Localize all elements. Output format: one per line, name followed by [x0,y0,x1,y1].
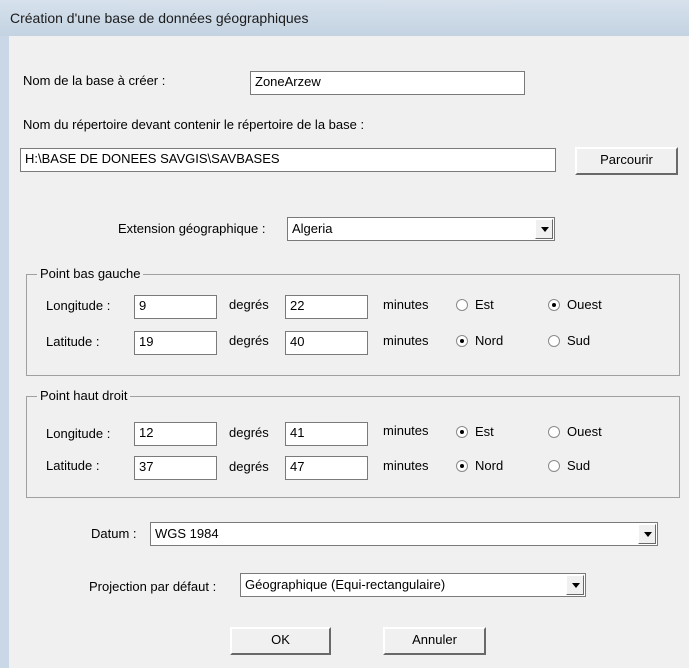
bl-latitude-label: Latitude : [46,334,100,349]
db-name-field[interactable]: ZoneArzew [250,71,525,95]
projection-label: Projection par défaut : [89,579,217,594]
projection-combo[interactable]: Géographique (Equi-rectangulaire) [240,573,586,597]
dialog-window: Création d'une base de données géographi… [0,0,689,668]
bl-longitude-minutes-field[interactable]: 22 [285,295,368,319]
tr-longitude-east-label[interactable]: Est [475,424,494,439]
dialog-body: Nom de la base à créer : ZoneArzew Nom d… [9,36,689,668]
tr-longitude-minutes-field[interactable]: 41 [285,422,368,446]
bl-latitude-south-radio[interactable] [548,335,560,347]
extension-combo[interactable]: Algeria [287,217,555,241]
tr-longitude-degrees-field[interactable]: 12 [134,422,217,446]
chevron-down-icon[interactable] [535,219,553,239]
top-right-title: Point haut droit [37,388,131,403]
title-bar[interactable]: Création d'une base de données géographi… [0,0,689,37]
directory-field[interactable]: H:\BASE DE DONEES SAVGIS\SAVBASES [20,148,556,172]
tr-latitude-south-radio[interactable] [548,460,560,472]
tr-longitude-west-radio[interactable] [548,426,560,438]
tr-longitude-degrees-unit: degrés [229,425,269,440]
bl-longitude-degrees-unit: degrés [229,297,269,312]
bl-latitude-south-label[interactable]: Sud [567,333,590,348]
cancel-button[interactable]: Annuler [383,627,486,655]
window-title: Création d'une base de données géographi… [10,10,309,26]
bottom-left-group: Point bas gauche Longitude : 9 degrés 22… [26,266,680,376]
tr-latitude-degrees-field[interactable]: 37 [134,456,217,480]
bl-latitude-degrees-unit: degrés [229,333,269,348]
bl-latitude-north-radio[interactable] [456,335,468,347]
extension-value: Algeria [292,221,333,236]
tr-longitude-label: Longitude : [46,426,111,441]
tr-longitude-west-label[interactable]: Ouest [567,424,602,439]
tr-latitude-minutes-field[interactable]: 47 [285,456,368,480]
top-right-group: Point haut droit Longitude : 12 degrés 4… [26,388,680,498]
tr-longitude-east-radio[interactable] [456,426,468,438]
bl-longitude-east-label[interactable]: Est [475,297,494,312]
datum-combo[interactable]: WGS 1984 [150,522,658,546]
bl-longitude-west-label[interactable]: Ouest [567,297,602,312]
bl-longitude-minutes-unit: minutes [383,297,429,312]
db-name-label: Nom de la base à créer : [23,73,166,88]
bl-longitude-west-radio[interactable] [548,299,560,311]
bl-latitude-minutes-field[interactable]: 40 [285,331,368,355]
bl-latitude-north-label[interactable]: Nord [475,333,503,348]
tr-latitude-north-radio[interactable] [456,460,468,472]
bottom-left-title: Point bas gauche [37,266,144,281]
window-frame [0,36,9,668]
browse-button[interactable]: Parcourir [575,147,678,175]
tr-latitude-north-label[interactable]: Nord [475,458,503,473]
tr-latitude-degrees-unit: degrés [229,459,269,474]
bl-latitude-minutes-unit: minutes [383,333,429,348]
bl-longitude-east-radio[interactable] [456,299,468,311]
directory-label: Nom du répertoire devant contenir le rép… [23,117,365,132]
tr-latitude-minutes-unit: minutes [383,458,429,473]
chevron-down-icon[interactable] [566,575,584,595]
bl-longitude-degrees-field[interactable]: 9 [134,295,217,319]
datum-value: WGS 1984 [155,526,219,541]
tr-latitude-label: Latitude : [46,458,100,473]
datum-label: Datum : [91,526,137,541]
bl-longitude-label: Longitude : [46,298,111,313]
ok-button[interactable]: OK [230,627,331,655]
bl-latitude-degrees-field[interactable]: 19 [134,331,217,355]
extension-label: Extension géographique : [118,221,266,236]
tr-longitude-minutes-unit: minutes [383,423,429,438]
tr-latitude-south-label[interactable]: Sud [567,458,590,473]
projection-value: Géographique (Equi-rectangulaire) [245,577,446,592]
chevron-down-icon[interactable] [638,524,656,544]
